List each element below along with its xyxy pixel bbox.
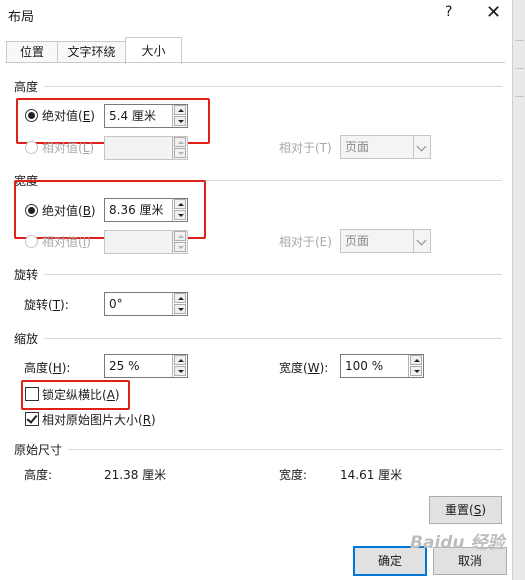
strip-tick: [515, 40, 524, 41]
height-relative-radio[interactable]: [25, 141, 38, 154]
scale-height-value[interactable]: 25 %: [109, 355, 140, 377]
reset-button[interactable]: 重置(S): [429, 496, 502, 524]
width-relative-up-icon[interactable]: [174, 231, 186, 241]
height-relative-down-icon[interactable]: [174, 148, 186, 158]
dialog-title: 布局: [8, 10, 35, 25]
height-absolute-down-icon[interactable]: [174, 116, 186, 126]
width-relative-spinner[interactable]: [104, 230, 188, 254]
close-button[interactable]: ✕: [486, 2, 501, 23]
height-section-divider: [44, 86, 502, 87]
scale-section-divider: [44, 338, 502, 339]
height-relative-up-icon[interactable]: [174, 137, 186, 147]
height-absolute-up-icon[interactable]: [174, 105, 186, 115]
lock-aspect-label[interactable]: 锁定纵横比(A): [42, 386, 120, 403]
original-height-value: 21.38 厘米: [104, 468, 167, 482]
height-relative-to-label: 相对于(T): [279, 141, 332, 155]
rotation-down-icon[interactable]: [174, 304, 186, 314]
rotation-spinner[interactable]: 0°: [104, 292, 188, 316]
original-size-divider: [68, 449, 502, 450]
height-relative-to-value: 页面: [345, 140, 370, 154]
help-button[interactable]: ?: [445, 4, 452, 20]
width-relative-to-label: 相对于(E): [279, 235, 332, 249]
width-absolute-label[interactable]: 绝对值(B): [42, 202, 96, 219]
height-section-title: 高度: [14, 80, 39, 94]
tab-size[interactable]: 大小: [125, 37, 182, 65]
scale-height-down-icon[interactable]: [174, 366, 186, 376]
tab-position[interactable]: 位置: [6, 41, 58, 63]
strip-tick: [515, 68, 524, 69]
width-absolute-value[interactable]: 8.36 厘米: [109, 199, 164, 221]
original-width-value: 14.61 厘米: [340, 468, 403, 482]
layout-dialog: 布局 ? ✕ 位置 文字环绕 大小 高度 绝对值(E) 5.4 厘米 相对值(L…: [0, 0, 512, 580]
rotation-section-divider: [44, 274, 502, 275]
relative-original-label[interactable]: 相对原始图片大小(R): [42, 411, 156, 428]
rotation-label: 旋转(T):: [24, 298, 69, 312]
rotation-up-icon[interactable]: [174, 293, 186, 303]
width-relative-to-select[interactable]: 页面: [340, 229, 431, 253]
rotation-value[interactable]: 0°: [109, 293, 123, 315]
original-size-section-title: 原始尺寸: [14, 443, 63, 457]
scale-section-title: 缩放: [14, 332, 39, 346]
scale-width-value[interactable]: 100 %: [345, 355, 383, 377]
baidu-watermark: Baidu 经验: [410, 533, 505, 553]
width-absolute-radio[interactable]: [25, 204, 38, 217]
scale-height-up-icon[interactable]: [174, 355, 186, 365]
width-relative-to-value: 页面: [345, 234, 370, 248]
height-relative-spinner[interactable]: [104, 136, 188, 160]
height-absolute-radio[interactable]: [25, 109, 38, 122]
width-relative-label: 相对值(I): [42, 235, 91, 249]
tab-divider: [5, 62, 505, 63]
height-absolute-spinner[interactable]: 5.4 厘米: [104, 104, 188, 128]
width-absolute-up-icon[interactable]: [174, 199, 186, 209]
height-absolute-label[interactable]: 绝对值(E): [42, 107, 95, 124]
chevron-down-icon[interactable]: [413, 230, 430, 252]
tab-text-wrapping[interactable]: 文字环绕: [57, 41, 126, 63]
scale-width-up-icon[interactable]: [410, 355, 422, 365]
height-relative-label: 相对值(L): [42, 141, 95, 155]
scale-height-label: 高度(H):: [24, 361, 71, 375]
width-absolute-spinner[interactable]: 8.36 厘米: [104, 198, 188, 222]
scale-height-spinner[interactable]: 25 %: [104, 354, 188, 378]
original-width-label: 宽度:: [279, 468, 308, 482]
lock-aspect-checkbox[interactable]: [25, 387, 39, 401]
chevron-down-icon[interactable]: [413, 136, 430, 158]
relative-original-checkbox[interactable]: [25, 412, 39, 426]
scale-width-spinner[interactable]: 100 %: [340, 354, 424, 378]
background-strip: [512, 0, 525, 580]
scale-width-down-icon[interactable]: [410, 366, 422, 376]
width-absolute-down-icon[interactable]: [174, 210, 186, 220]
width-relative-radio[interactable]: [25, 235, 38, 248]
height-relative-to-select[interactable]: 页面: [340, 135, 431, 159]
height-absolute-value[interactable]: 5.4 厘米: [109, 105, 156, 127]
scale-width-label: 宽度(W):: [279, 361, 329, 375]
rotation-section-title: 旋转: [14, 268, 39, 282]
strip-tick: [515, 96, 524, 97]
width-relative-down-icon[interactable]: [174, 242, 186, 252]
original-height-label: 高度:: [24, 468, 53, 482]
